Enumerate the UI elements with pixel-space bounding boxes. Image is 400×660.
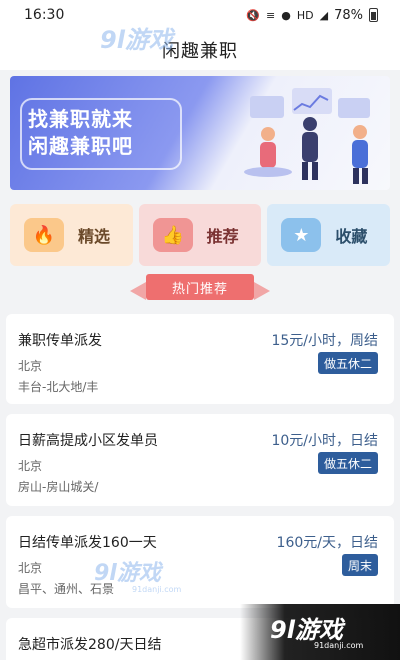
mute-icon: 🔇 — [246, 8, 261, 22]
svg-text:9l游戏: 9l游戏 — [94, 561, 164, 586]
status-time: 16:30 — [24, 7, 65, 23]
banner-line-2: 闲趣兼职吧 — [28, 134, 133, 158]
job-schedule-badge: 周末 — [341, 554, 378, 576]
quick-action-label: 精选 — [78, 227, 111, 246]
signal-icon: ◢ — [319, 8, 329, 22]
flame-icon: 🔥 — [24, 218, 64, 252]
star-icon: ★ — [281, 218, 322, 252]
job-title: 急超市派发280/天日结 — [18, 637, 162, 653]
quick-action-label: 推荐 — [206, 227, 239, 246]
wifi-icon: ● — [281, 8, 291, 22]
job-city: 北京 — [18, 561, 43, 575]
job-card[interactable]: 日薪高提成小区发单员 10元/小时，日结 北京 房山-房山城关/ 做五休二 — [6, 414, 394, 506]
job-city: 北京 — [18, 459, 43, 473]
svg-text:91danji.com: 91danji.com — [314, 641, 364, 650]
quick-action-label: 收藏 — [335, 227, 368, 246]
job-city: 北京 — [18, 359, 43, 373]
svg-text:91danji.com: 91danji.com — [132, 585, 182, 594]
job-pay: 160元/天，日结 — [276, 535, 378, 551]
quick-action-favorites[interactable]: ★ 收藏 — [267, 204, 391, 266]
section-label: 热门推荐 — [146, 274, 254, 300]
watermark-logo-middle: 9l游戏 91danji.com — [92, 556, 208, 596]
banner-line-1: 找兼职就来 — [28, 107, 133, 131]
battery-percent: 78% — [334, 7, 363, 23]
job-pay: 15元/小时，周结 — [271, 333, 378, 349]
job-address: 房山-房山城关/ — [18, 480, 99, 494]
promo-banner[interactable]: 找兼职就来 闲趣兼职吧 — [10, 76, 390, 190]
ribbon-tail-right — [254, 282, 270, 300]
quick-action-featured[interactable]: 🔥 精选 — [10, 204, 133, 266]
watermark-logo-top: 9l游戏 — [98, 20, 208, 60]
banner-illustration — [244, 88, 370, 184]
status-icons: 🔇 ≡ ● HD ◢ 78% — [246, 8, 378, 23]
job-card[interactable]: 兼职传单派发 15元/小时，周结 北京 丰台-北大地/丰 做五休二 — [6, 314, 394, 404]
job-title: 日结传单派发160一天 — [18, 535, 157, 551]
thumbs-up-icon: 👍 — [152, 218, 193, 252]
job-title: 兼职传单派发 — [18, 333, 102, 349]
quick-actions: 🔥 精选 👍 推荐 ★ 收藏 — [10, 204, 391, 266]
job-title: 日薪高提成小区发单员 — [18, 433, 158, 449]
banner-text: 找兼职就来 闲趣兼职吧 — [28, 106, 133, 160]
watermark-logo-corner: 9l游戏 91danji.com — [240, 604, 400, 660]
svg-text:9l游戏: 9l游戏 — [270, 616, 346, 644]
battery-icon — [369, 8, 378, 22]
job-schedule-badge: 做五休二 — [317, 352, 378, 374]
job-pay: 10元/小时，日结 — [271, 433, 378, 449]
quick-action-recommend[interactable]: 👍 推荐 — [138, 204, 262, 266]
job-address: 丰台-北大地/丰 — [18, 380, 99, 394]
hd-icon: HD — [296, 8, 314, 22]
vibrate-icon: ≡ — [266, 8, 276, 22]
job-schedule-badge: 做五休二 — [317, 452, 378, 474]
section-header-hot: 热门推荐 — [130, 274, 270, 300]
ribbon-tail-left — [130, 282, 146, 300]
svg-text:9l游戏: 9l游戏 — [100, 26, 176, 54]
